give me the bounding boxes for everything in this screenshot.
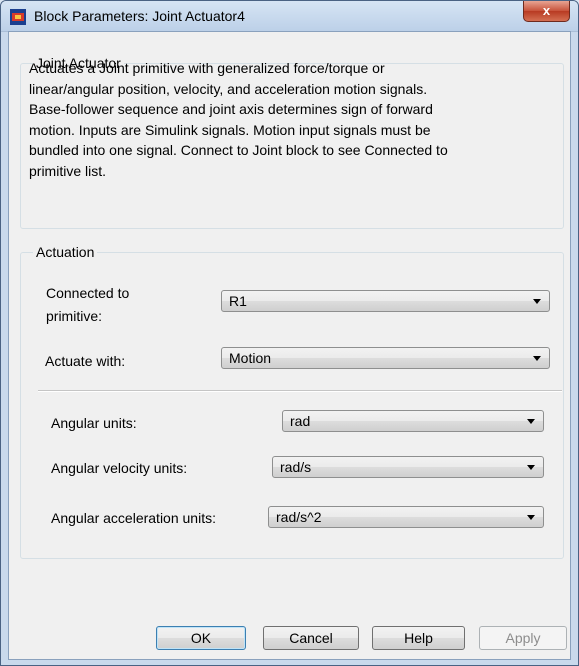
description-line: primitive list. [29,162,107,179]
connected-primitive-value: R1 [229,293,247,309]
title-bar[interactable]: Block Parameters: Joint Actuator4 x [1,1,578,32]
connected-to-label-line2: primitive: [46,307,103,324]
actuation-group-title: Actuation [33,244,98,260]
close-button[interactable]: x [523,1,570,22]
angular-units-value: rad [290,413,311,429]
close-icon: x [542,3,551,18]
angular-velocity-units-value: rad/s [280,459,312,475]
simulink-block-icon [10,9,26,25]
angular-velocity-units-label: Angular velocity units: [51,460,188,476]
divider [38,390,562,392]
actuate-with-select[interactable]: Motion [221,347,550,369]
chevron-down-icon [533,299,541,304]
ok-button[interactable]: OK [156,626,246,650]
actuate-with-value: Motion [229,350,272,366]
connected-to-label-line1: Connected to [46,285,130,301]
angular-acceleration-units-select[interactable]: rad/s^2 [268,506,544,528]
angular-acceleration-units-label: Angular acceleration units: [51,510,216,526]
chevron-down-icon [533,356,541,361]
description-line: Actuates a Joint primitive with generali… [29,60,385,76]
description-line: linear/angular position, velocity, and a… [29,80,428,97]
description-line: bundled into one signal. Connect to Join… [29,142,448,158]
angular-acceleration-units-value: rad/s^2 [276,509,322,525]
connected-to-label: Connected to primitive: [46,283,129,326]
apply-button[interactable]: Apply [479,626,567,650]
angular-units-select[interactable]: rad [282,410,544,432]
block-description: Actuates a Joint primitive with generali… [29,58,559,181]
description-line: motion. Inputs are Simulink signals. Mot… [29,121,431,138]
angular-units-label: Angular units: [51,415,137,431]
chevron-down-icon [527,419,535,424]
chevron-down-icon [527,465,535,470]
help-button[interactable]: Help [372,626,465,650]
description-line: Base-follower sequence and joint axis de… [29,101,433,117]
angular-velocity-units-select[interactable]: rad/s [272,456,544,478]
actuate-with-label: Actuate with: [45,353,126,369]
chevron-down-icon [527,515,535,520]
cancel-button[interactable]: Cancel [263,626,359,650]
window-title: Block Parameters: Joint Actuator4 [34,8,245,24]
connected-primitive-select[interactable]: R1 [221,290,550,312]
